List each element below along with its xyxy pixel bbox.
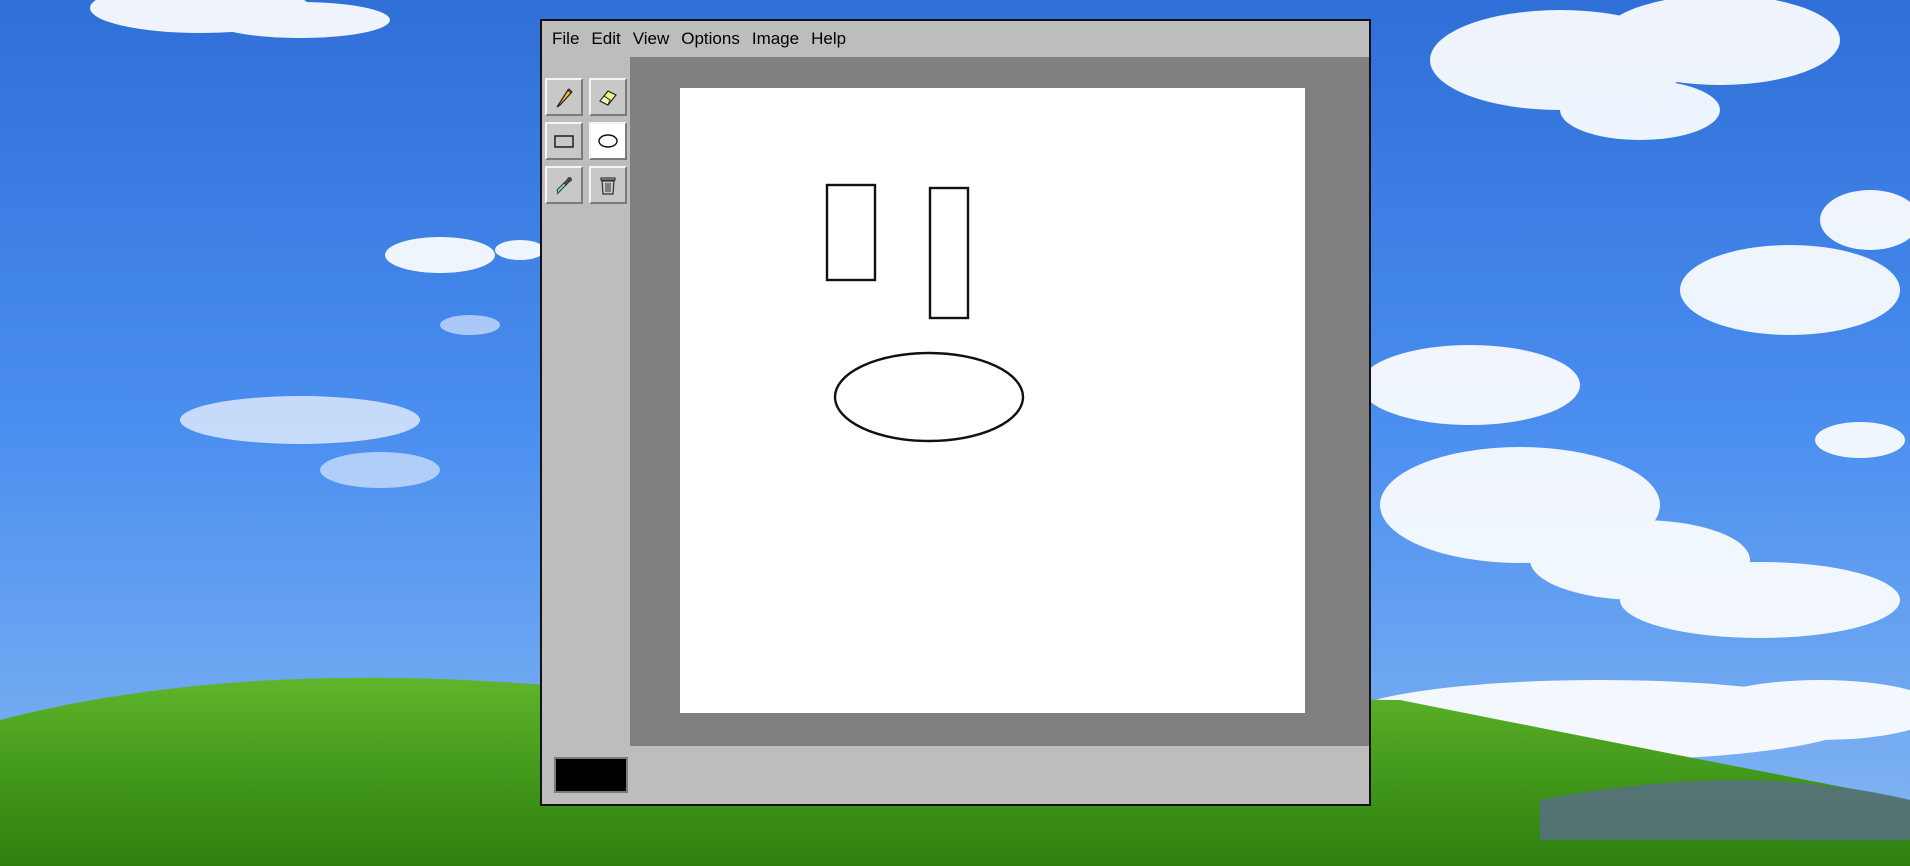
drawn-rectangle-right [928, 186, 970, 320]
current-color-swatch[interactable] [554, 757, 628, 793]
menu-help[interactable]: Help [805, 21, 852, 57]
paint-window: File Edit View Options Image Help [540, 19, 1371, 806]
menu-bar: File Edit View Options Image Help [542, 21, 1369, 57]
drawn-ellipse [833, 351, 1025, 443]
pencil-tool-button[interactable] [545, 78, 583, 116]
ellipse-icon [598, 134, 618, 148]
drawn-rectangle-left [825, 183, 877, 282]
eraser-tool-button[interactable] [589, 78, 627, 116]
clear-canvas-button[interactable] [589, 166, 627, 204]
eyedropper-icon [556, 177, 572, 195]
toolbox [542, 57, 630, 767]
menu-options[interactable]: Options [675, 21, 746, 57]
ellipse-tool-button[interactable] [589, 122, 627, 160]
pencil-icon [556, 88, 573, 108]
status-bar [542, 746, 1369, 804]
menu-view[interactable]: View [627, 21, 676, 57]
canvas-drawing [825, 183, 1025, 443]
menu-edit[interactable]: Edit [585, 21, 626, 57]
color-picker-tool-button[interactable] [545, 166, 583, 204]
rectangle-icon [554, 135, 574, 148]
menu-file[interactable]: File [546, 21, 585, 57]
canvas-scroll-area [630, 57, 1369, 746]
menu-image[interactable]: Image [746, 21, 805, 57]
trash-icon [600, 177, 616, 195]
eraser-icon [599, 90, 617, 106]
drawing-canvas[interactable] [680, 88, 1305, 713]
rectangle-tool-button[interactable] [545, 122, 583, 160]
